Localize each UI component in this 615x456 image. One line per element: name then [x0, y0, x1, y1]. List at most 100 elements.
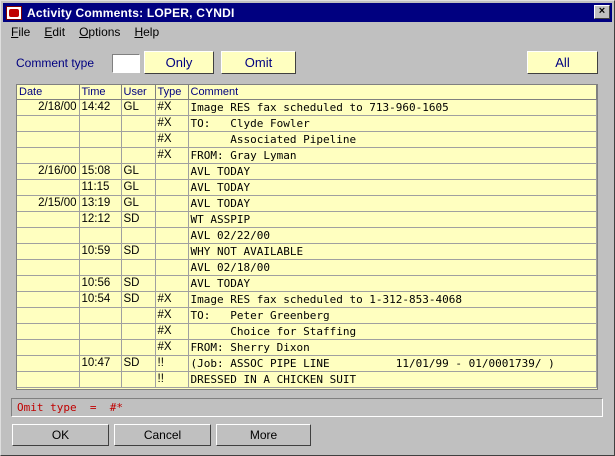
- cell-date: 2/16/00: [17, 163, 80, 180]
- cell-comment: AVL 02/22/00: [188, 227, 597, 244]
- cell-time: 13:19: [79, 195, 122, 212]
- cell-comment: Image RES fax scheduled to 1-312-853-406…: [188, 291, 597, 308]
- omit-button[interactable]: Omit: [221, 51, 296, 74]
- cell-type: [155, 275, 189, 292]
- cell-date: 2/15/00: [17, 195, 80, 212]
- cell-date: 2/18/00: [17, 99, 80, 116]
- cell-time: [79, 371, 122, 388]
- cell-type: !!: [155, 355, 189, 372]
- cell-date: [17, 115, 80, 132]
- cell-time: 12:12: [79, 211, 122, 228]
- cell-user: [121, 323, 156, 340]
- cell-type: [155, 163, 189, 180]
- table-row[interactable]: 2/16/00 15:08 GL AVL TODAY: [17, 163, 597, 180]
- cell-user: [121, 371, 156, 388]
- header-time[interactable]: Time: [79, 85, 122, 100]
- header-user[interactable]: User: [121, 85, 156, 100]
- menu-edit[interactable]: Edit: [36, 25, 71, 39]
- cell-comment: DRESSED IN A CHICKEN SUIT: [188, 371, 597, 388]
- activity-comments-window: Activity Comments: LOPER, CYNDI × File E…: [0, 0, 615, 456]
- cell-user: [121, 147, 156, 164]
- filter-row: Comment type Only Omit All: [1, 51, 615, 75]
- comments-grid[interactable]: Date Time User Type Comment 2/18/00 14:42…: [16, 84, 598, 390]
- header-date[interactable]: Date: [17, 85, 80, 100]
- header-comment[interactable]: Comment: [188, 85, 597, 100]
- cell-time: 10:59: [79, 243, 122, 260]
- cell-time: 10:54: [79, 291, 122, 308]
- cell-type: [155, 211, 189, 228]
- window-title: Activity Comments: LOPER, CYNDI: [27, 5, 235, 20]
- table-row[interactable]: 10:56 SD AVL TODAY: [17, 275, 597, 292]
- table-row[interactable]: #X TO: Peter Greenberg: [17, 307, 597, 324]
- more-button[interactable]: More: [216, 424, 311, 446]
- cell-user: SD: [121, 291, 156, 308]
- only-button[interactable]: Only: [144, 51, 214, 74]
- cell-user: SD: [121, 355, 156, 372]
- cell-type: #X: [155, 339, 189, 356]
- header-type[interactable]: Type: [155, 85, 189, 100]
- cell-date: [17, 259, 80, 276]
- menu-options[interactable]: Options: [71, 25, 126, 39]
- table-row[interactable]: AVL 02/22/00: [17, 227, 597, 244]
- cell-time: 10:56: [79, 275, 122, 292]
- cell-time: [79, 115, 122, 132]
- cell-type: !!: [155, 371, 189, 388]
- cell-time: 15:08: [79, 163, 122, 180]
- cell-type: #X: [155, 307, 189, 324]
- table-row[interactable]: 10:54 SD #X Image RES fax scheduled to 1-31…: [17, 291, 597, 308]
- table-row[interactable]: 11:15 GL AVL TODAY: [17, 179, 597, 196]
- cell-type: [155, 259, 189, 276]
- table-row[interactable]: #X FROM: Gray Lyman: [17, 147, 597, 164]
- title-bar: Activity Comments: LOPER, CYNDI ×: [3, 3, 612, 22]
- table-row[interactable]: 2/15/00 13:19 GL AVL TODAY: [17, 195, 597, 212]
- cell-type: [155, 179, 189, 196]
- close-button[interactable]: ×: [594, 5, 610, 19]
- all-button[interactable]: All: [527, 51, 598, 74]
- cell-date: [17, 355, 80, 372]
- menu-bar: File Edit Options Help: [3, 23, 612, 41]
- cell-comment: TO: Clyde Fowler: [188, 115, 597, 132]
- cell-user: [121, 115, 156, 132]
- table-row[interactable]: #X Associated Pipeline: [17, 131, 597, 148]
- cell-comment: Choice for Staffing: [188, 323, 597, 340]
- comment-type-input[interactable]: [112, 54, 140, 73]
- table-row[interactable]: !! DRESSED IN A CHICKEN SUIT: [17, 371, 597, 388]
- cell-date: [17, 227, 80, 244]
- cell-comment: FROM: Gray Lyman: [188, 147, 597, 164]
- cell-comment: AVL TODAY: [188, 275, 597, 292]
- cell-comment: AVL TODAY: [188, 163, 597, 180]
- cell-date: [17, 179, 80, 196]
- ok-button[interactable]: OK: [12, 424, 109, 446]
- cancel-button[interactable]: Cancel: [114, 424, 211, 446]
- table-row[interactable]: #X Choice for Staffing: [17, 323, 597, 340]
- cell-time: 10:47: [79, 355, 122, 372]
- cell-date: [17, 371, 80, 388]
- cell-comment: FROM: Sherry Dixon: [188, 339, 597, 356]
- table-row[interactable]: #X TO: Clyde Fowler: [17, 115, 597, 132]
- cell-comment: AVL 02/18/00: [188, 259, 597, 276]
- cell-user: SD: [121, 243, 156, 260]
- cell-type: #X: [155, 99, 189, 116]
- cell-date: [17, 339, 80, 356]
- cell-time: 14:42: [79, 99, 122, 116]
- cell-user: GL: [121, 163, 156, 180]
- table-row[interactable]: 10:47 SD!! (Job: ASSOC PIPE LINE 11/01/99 …: [17, 355, 597, 372]
- table-row[interactable]: AVL 02/18/00: [17, 259, 597, 276]
- table-row[interactable]: 10:59 SD WHY NOT AVAILABLE: [17, 243, 597, 260]
- cell-user: [121, 307, 156, 324]
- menu-help[interactable]: Help: [126, 25, 165, 39]
- cell-time: [79, 339, 122, 356]
- table-row[interactable]: 12:12 SD WT ASSPIP: [17, 211, 597, 228]
- cell-comment: AVL TODAY: [188, 179, 597, 196]
- cell-user: [121, 227, 156, 244]
- table-row[interactable]: 2/18/00 14:42 GL #X Image RES fax scheduled …: [17, 99, 597, 116]
- cell-comment: WHY NOT AVAILABLE: [188, 243, 597, 260]
- cell-time: [79, 147, 122, 164]
- menu-file[interactable]: File: [3, 25, 36, 39]
- table-row[interactable]: #X FROM: Sherry Dixon: [17, 339, 597, 356]
- cell-comment: AVL TODAY: [188, 195, 597, 212]
- app-icon[interactable]: [6, 5, 22, 20]
- cell-date: [17, 131, 80, 148]
- cell-type: [155, 227, 189, 244]
- omit-type-status: Omit type = #*: [11, 398, 603, 417]
